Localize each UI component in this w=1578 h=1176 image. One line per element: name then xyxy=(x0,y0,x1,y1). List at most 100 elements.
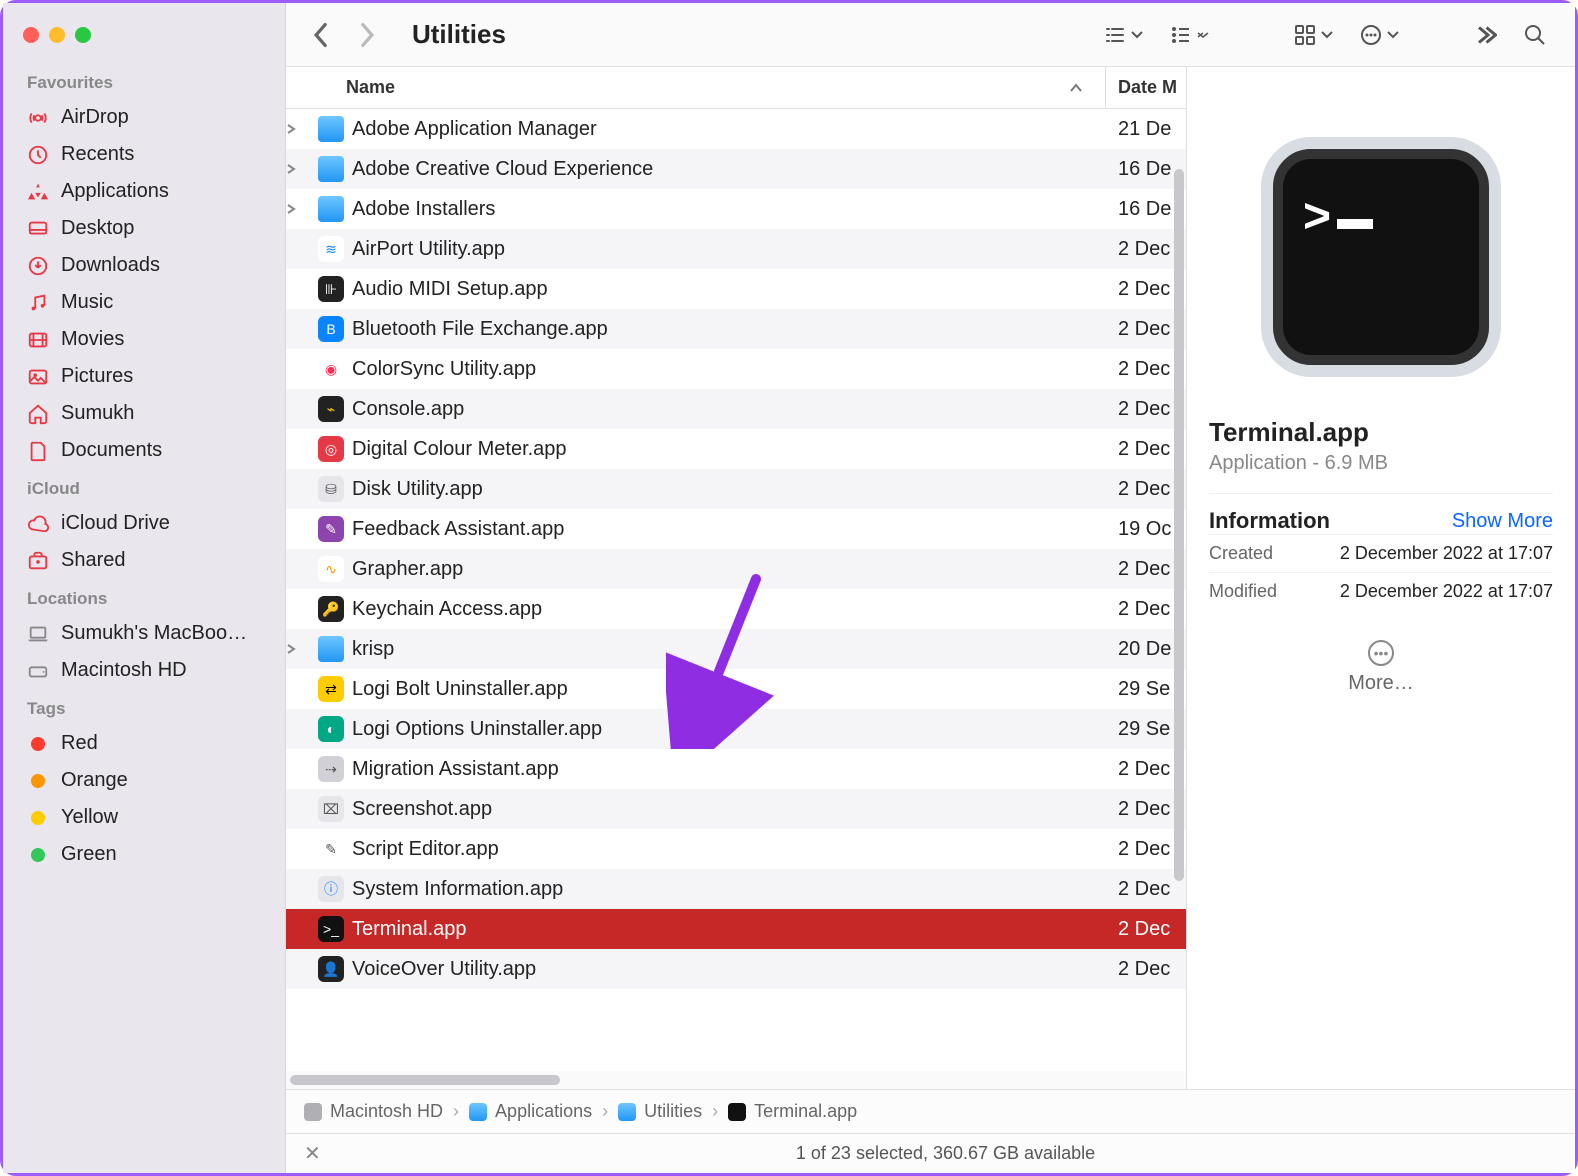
preview-info-value: 2 December 2022 at 17:07 xyxy=(1340,581,1553,602)
vertical-scrollbar[interactable] xyxy=(1174,169,1184,881)
zoom-window-button[interactable] xyxy=(75,27,91,43)
column-header-date[interactable]: Date M xyxy=(1106,67,1186,108)
file-name: Adobe Application Manager xyxy=(352,118,1106,141)
sidebar-item[interactable]: Downloads xyxy=(3,247,285,284)
app-icon: ⛁ xyxy=(318,476,344,502)
breadcrumb-item[interactable]: Terminal.app xyxy=(728,1101,857,1122)
file-name: VoiceOver Utility.app xyxy=(352,958,1106,981)
sidebar-item[interactable]: Red xyxy=(3,725,285,762)
sidebar-item[interactable]: AirDrop xyxy=(3,99,285,136)
file-row[interactable]: ✎Feedback Assistant.app19 Oc xyxy=(286,509,1186,549)
app-icon: B xyxy=(318,316,344,342)
file-name: System Information.app xyxy=(352,878,1106,901)
document-icon xyxy=(27,440,49,462)
sidebar-item[interactable]: Documents xyxy=(3,432,285,469)
laptop-icon xyxy=(27,623,49,645)
app-icon: ⇢ xyxy=(318,756,344,782)
sidebar-item[interactable]: Music xyxy=(3,284,285,321)
sidebar-item[interactable]: Yellow xyxy=(3,799,285,836)
sidebar-item[interactable]: Movies xyxy=(3,321,285,358)
action-menu-button[interactable] xyxy=(1355,19,1403,51)
file-row[interactable]: ◉ColorSync Utility.app2 Dec xyxy=(286,349,1186,389)
breadcrumb-item[interactable]: Macintosh HD xyxy=(304,1101,443,1122)
file-name: Disk Utility.app xyxy=(352,478,1106,501)
more-actions-button[interactable]: ••• xyxy=(1368,640,1394,666)
breadcrumb-item[interactable]: Applications xyxy=(469,1101,592,1122)
sidebar: FavouritesAirDropRecentsApplicationsDesk… xyxy=(3,3,286,1173)
disclosure-triangle[interactable] xyxy=(286,644,316,654)
file-row[interactable]: >_Terminal.app2 Dec xyxy=(286,909,1186,949)
disclosure-triangle[interactable] xyxy=(286,164,316,174)
file-row[interactable]: 👤VoiceOver Utility.app2 Dec xyxy=(286,949,1186,989)
file-row[interactable]: ≋AirPort Utility.app2 Dec xyxy=(286,229,1186,269)
horizontal-scrollbar-thumb[interactable] xyxy=(290,1075,560,1085)
sidebar-item[interactable]: Orange xyxy=(3,762,285,799)
sidebar-item-label: Music xyxy=(61,291,113,314)
sidebar-item-label: AirDrop xyxy=(61,106,129,129)
column-header-name[interactable]: Name xyxy=(286,67,1106,108)
file-date: 2 Dec xyxy=(1106,918,1186,941)
forward-button[interactable] xyxy=(358,22,378,48)
disclosure-triangle[interactable] xyxy=(286,204,316,214)
toolbar: Utilities xyxy=(286,3,1575,67)
app-icon: ◉ xyxy=(318,356,344,382)
file-row[interactable]: ◎Digital Colour Meter.app2 Dec xyxy=(286,429,1186,469)
group-by-button[interactable] xyxy=(1289,19,1337,51)
search-button[interactable] xyxy=(1519,19,1551,51)
file-row[interactable]: Adobe Application Manager21 De xyxy=(286,109,1186,149)
file-row[interactable]: ⌁Console.app2 Dec xyxy=(286,389,1186,429)
sidebar-item[interactable]: Desktop xyxy=(3,210,285,247)
sidebar-item[interactable]: Applications xyxy=(3,173,285,210)
home-icon xyxy=(27,403,49,425)
file-row[interactable]: ⊪Audio MIDI Setup.app2 Dec xyxy=(286,269,1186,309)
file-row[interactable]: ⌧Screenshot.app2 Dec xyxy=(286,789,1186,829)
sidebar-item[interactable]: Sumukh's MacBoo… xyxy=(3,615,285,652)
pictures-icon xyxy=(27,366,49,388)
back-button[interactable] xyxy=(310,22,330,48)
sidebar-item[interactable]: Shared xyxy=(3,542,285,579)
breadcrumb-separator: › xyxy=(712,1101,718,1122)
sidebar-item-label: Orange xyxy=(61,769,128,792)
file-row[interactable]: 🔑Keychain Access.app2 Dec xyxy=(286,589,1186,629)
disclosure-triangle[interactable] xyxy=(286,124,316,134)
overflow-button[interactable] xyxy=(1469,19,1501,51)
file-row[interactable]: ∿Grapher.app2 Dec xyxy=(286,549,1186,589)
cancel-operation-button[interactable]: ✕ xyxy=(304,1141,334,1166)
file-row[interactable]: krisp20 De xyxy=(286,629,1186,669)
horizontal-scrollbar-track[interactable] xyxy=(286,1071,1186,1089)
file-date: 21 De xyxy=(1106,118,1186,141)
sidebar-item-label: Applications xyxy=(61,180,169,203)
file-row[interactable]: ✎Script Editor.app2 Dec xyxy=(286,829,1186,869)
sidebar-item[interactable]: iCloud Drive xyxy=(3,505,285,542)
breadcrumb-label: Terminal.app xyxy=(754,1101,857,1122)
file-row[interactable]: ⓘSystem Information.app2 Dec xyxy=(286,869,1186,909)
breadcrumb-item[interactable]: Utilities xyxy=(618,1101,702,1122)
file-row[interactable]: ⇄Logi Bolt Uninstaller.app29 Se xyxy=(286,669,1186,709)
file-name: krisp xyxy=(352,638,1106,661)
sidebar-item[interactable]: Macintosh HD xyxy=(3,652,285,689)
sidebar-item-label: Recents xyxy=(61,143,134,166)
window-controls xyxy=(3,15,285,63)
sidebar-item-label: Documents xyxy=(61,439,162,462)
tag-dot-icon xyxy=(31,811,45,825)
sidebar-item[interactable]: Pictures xyxy=(3,358,285,395)
file-row[interactable]: Adobe Installers16 De xyxy=(286,189,1186,229)
sidebar-item[interactable]: Green xyxy=(3,836,285,873)
sidebar-item[interactable]: Recents xyxy=(3,136,285,173)
file-row[interactable]: Adobe Creative Cloud Experience16 De xyxy=(286,149,1186,189)
status-text: 1 of 23 selected, 360.67 GB available xyxy=(334,1143,1557,1164)
clock-icon xyxy=(27,144,49,166)
sidebar-section-title: iCloud xyxy=(3,469,285,505)
file-row[interactable]: ⛁Disk Utility.app2 Dec xyxy=(286,469,1186,509)
file-row[interactable]: BBluetooth File Exchange.app2 Dec xyxy=(286,309,1186,349)
file-name: Script Editor.app xyxy=(352,838,1106,861)
airdrop-icon xyxy=(27,107,49,129)
sidebar-item[interactable]: Sumukh xyxy=(3,395,285,432)
view-list-menu-button[interactable] xyxy=(1099,19,1147,51)
close-window-button[interactable] xyxy=(23,27,39,43)
view-options-button[interactable] xyxy=(1165,19,1213,51)
show-more-link[interactable]: Show More xyxy=(1452,510,1553,533)
file-row[interactable]: ◐Logi Options Uninstaller.app29 Se xyxy=(286,709,1186,749)
minimize-window-button[interactable] xyxy=(49,27,65,43)
file-row[interactable]: ⇢Migration Assistant.app2 Dec xyxy=(286,749,1186,789)
